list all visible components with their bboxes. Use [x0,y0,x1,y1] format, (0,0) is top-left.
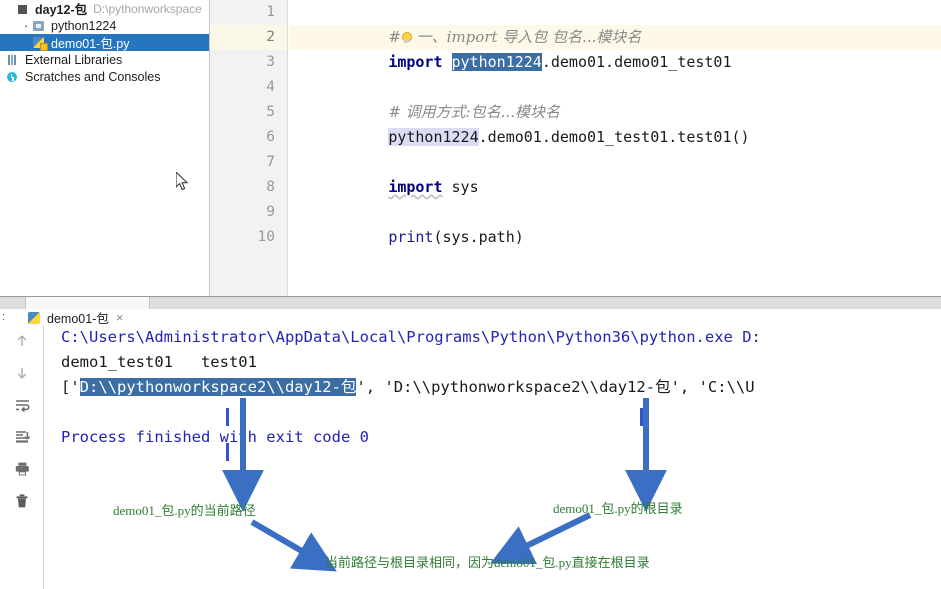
scroll-up-icon[interactable] [0,325,44,357]
line-number: 2 [210,25,287,50]
project-tool-window[interactable]: day12-包 D:\pythonworkspace · python1224 … [0,0,210,296]
tree-item-demo01[interactable]: demo01-包.py [0,34,209,51]
code-line-5-rest: .demo01.demo01_test01.test01() [478,128,750,146]
line-number: 10 [257,229,275,245]
package-folder-icon [32,19,47,33]
run-tool-window: : demo01-包 × C:\Users\Administrator\AppD… [0,296,941,589]
line-number: 6 [266,129,275,145]
code-line-9-rest: (sys.path) [433,228,524,246]
function-print: print [388,228,434,246]
comment-hash: # [388,28,401,46]
line-number: 7 [266,154,275,170]
close-icon[interactable]: × [116,310,124,325]
code-line-1[interactable]: # 一、import 导入包 包名...模块名 [289,0,941,46]
syspath-highlighted-entry[interactable]: D:\\pythonworkspace2\\day12-包 [79,378,357,396]
run-tab-demo01[interactable]: demo01-包 × [28,309,123,326]
run-tab-bar: : demo01-包 × [0,297,941,326]
console-line-syspath[interactable]: ['D:\\pythonworkspace2\\day12-包', 'D:\\p… [45,375,941,400]
line-number-gutter: 1 2 3 4 5 6 7 8 9 10 [210,0,288,296]
tree-item-python1224[interactable]: · python1224 [0,17,209,34]
tree-root-label: day12-包 [35,3,88,17]
code-line-2-rest: .demo01.demo01_test01 [541,53,732,71]
code-line-1-text: 一、import 导入包 包名...模块名 [411,28,642,46]
line-number: 4 [266,79,275,95]
code-line-4[interactable]: # 调用方式:包名...模块名 [289,75,941,121]
tree-item-label: demo01-包.py [51,37,130,51]
tree-item-external-libraries[interactable]: External Libraries [0,51,209,68]
code-line-7-rest: sys [442,178,479,196]
editor-area: day12-包 D:\pythonworkspace · python1224 … [0,0,941,296]
console-line-command: C:\Users\Administrator\AppData\Local\Pro… [61,328,761,346]
python-file-icon [28,311,42,325]
current-path-note: demo01_包.py的当前路径 [113,503,256,518]
console-line-print: demo1_test01 test01 [61,353,257,371]
lightbulb-icon[interactable] [401,31,412,44]
tree-item-label: Scratches and Consoles [25,69,161,84]
line-number: 9 [266,204,275,220]
code-line-9[interactable]: print(sys.path) [289,200,941,246]
syspath-prefix: [' [61,378,80,396]
line-number: 8 [266,179,275,195]
code-editor[interactable]: 1 2 3 4 5 6 7 8 9 10 # 一、import 导入包 包名..… [210,0,941,296]
code-line-4-text: # 调用方式:包名...模块名 [388,103,561,121]
tool-window-label: : [2,311,6,323]
keyword-import: import [388,53,443,71]
line-number: 3 [266,54,275,70]
root-dir-note: demo01_包.py的根目录 [553,501,683,516]
tree-item-label: python1224 [51,18,117,33]
line-number: 1 [266,4,275,20]
scroll-to-end-icon[interactable] [0,421,44,453]
console-line-exit: Process finished with exit code 0 [61,428,369,446]
scroll-down-icon[interactable] [0,357,44,389]
print-icon[interactable] [0,453,44,485]
code-text[interactable]: # 一、import 导入包 包名...模块名 import python122… [289,0,941,296]
selected-token-python1224[interactable]: python1224 [451,53,542,71]
code-line-7[interactable]: import sys [289,150,941,196]
line-number: 5 [266,104,275,120]
project-square-icon [16,2,31,16]
soft-wrap-icon[interactable] [0,389,44,421]
highlighted-token-python1224[interactable]: python1224 [388,128,479,146]
tree-root-path: D:\pythonworkspace [93,1,202,16]
scratches-icon [6,70,21,84]
tree-item-scratches[interactable]: Scratches and Consoles [0,68,209,85]
keyword-import: import [388,178,443,196]
syspath-suffix: ', 'D:\\pythonworkspace2\\day12-包', 'C:\… [356,378,755,396]
python-file-icon [32,36,48,51]
console-output[interactable]: C:\Users\Administrator\AppData\Local\Pro… [45,325,941,589]
mouse-cursor [176,172,189,191]
tree-root-day12[interactable]: day12-包 D:\pythonworkspace [0,0,209,17]
tree-toggle-icon[interactable]: · [20,19,32,33]
tree-item-label: External Libraries [25,52,123,67]
console-toolbar[interactable] [0,325,44,589]
same-path-note: 当前路径与根目录相同，因为demo01_包.py直接在根目录 [325,555,650,570]
ide-window: day12-包 D:\pythonworkspace · python1224 … [0,0,941,589]
clear-all-icon[interactable] [0,485,44,517]
external-libraries-icon [6,53,21,67]
